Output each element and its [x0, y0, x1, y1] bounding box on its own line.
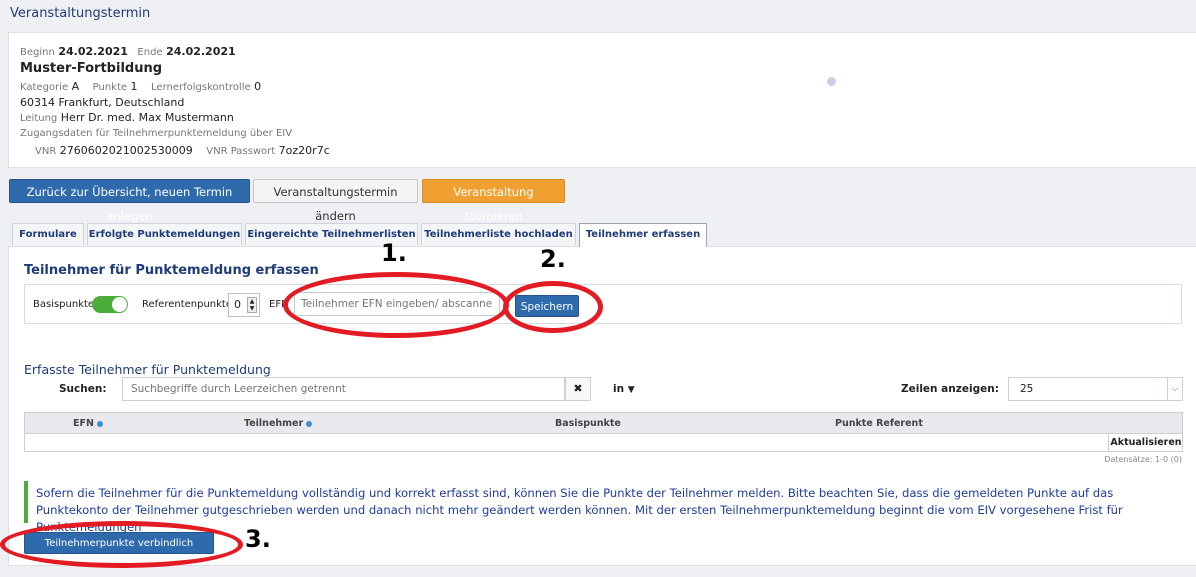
list-title: Erfasste Teilnehmer für Punktemeldung	[24, 362, 271, 377]
vnr-info: VNR 2760602021002530009 VNR Passwort 7oz…	[35, 144, 330, 157]
edit-event-button[interactable]: Veranstaltungstermin ändern	[253, 179, 418, 223]
notice-box: Sofern die Teilnehmer für die Punktemeld…	[24, 481, 1182, 534]
annotation-2: 2.	[540, 245, 566, 273]
back-to-overview-button[interactable]: Zurück zur Übersicht, neuen Termin anleg…	[9, 179, 250, 223]
event-info-card: Beginn 24.02.2021 Ende 24.02.2021 Muster…	[8, 32, 1196, 168]
event-name: Muster-Fortbildung	[20, 61, 163, 76]
capture-title: Teilnehmer für Punktemeldung erfassen	[24, 263, 319, 278]
tab-teilnehmerliste-hochladen[interactable]: Teilnehmerliste hochladen	[421, 223, 576, 245]
col-punkte-referent: Punkte Referent	[835, 418, 923, 429]
search-in-filter[interactable]: in ▼	[613, 383, 635, 395]
base-points-label: Basispunkte	[33, 299, 95, 310]
col-efn[interactable]: EFN	[73, 418, 103, 429]
sort-icon	[96, 420, 103, 427]
rows-select[interactable]: 25 ⌵	[1008, 377, 1183, 401]
annotation-1: 1.	[381, 239, 407, 267]
search-label: Suchen:	[59, 383, 107, 395]
tab-teilnehmer-erfassen[interactable]: Teilnehmer erfassen	[579, 223, 707, 247]
event-meta: Kategorie A Punkte 1 Lernerfolgskontroll…	[20, 80, 262, 93]
event-address: 60314 Frankfurt, Deutschland	[20, 96, 185, 109]
page-title: Veranstaltungstermin	[10, 6, 151, 21]
rows-label: Zeilen anzeigen:	[901, 383, 999, 395]
begin-date: 24.02.2021	[58, 45, 128, 58]
clear-search-button[interactable]: ✖	[565, 377, 591, 401]
base-points-toggle[interactable]	[92, 296, 128, 313]
record-count: Datensätze: 1-0 (0)	[1104, 455, 1182, 464]
highlight-circle-submit	[0, 521, 243, 568]
search-input[interactable]	[122, 377, 565, 401]
event-lead: Leitung Herr Dr. med. Max Mustermann	[20, 111, 234, 124]
highlight-circle-efn	[283, 272, 509, 338]
access-note: Zugangsdaten für Teilnehmerpunktemeldung…	[20, 128, 293, 139]
sort-icon	[306, 420, 313, 427]
clear-icon: ✖	[573, 382, 583, 395]
stepper-arrows-icon[interactable]: ▲ ▼	[247, 297, 257, 313]
tab-formulare[interactable]: Formulare	[12, 223, 84, 245]
end-date: 24.02.2021	[166, 45, 236, 58]
filter-icon: ▼	[627, 385, 635, 395]
chevron-down-icon: ⌵	[1167, 378, 1182, 400]
col-teilnehmer[interactable]: Teilnehmer	[244, 418, 313, 429]
ref-points-stepper[interactable]: 0 ▲ ▼	[228, 293, 260, 317]
capture-form: Basispunkte Referentenpunkte 0 ▲▼ EFN Sp…	[24, 284, 1182, 324]
annotation-3: 3.	[245, 525, 271, 553]
event-dates: Beginn 24.02.2021 Ende 24.02.2021	[20, 45, 236, 58]
tab-erfolgte-punktemeldungen[interactable]: Erfolgte Punktemeldungen	[87, 223, 242, 245]
participants-table: EFN Teilnehmer Basispunkte Punkte Refere…	[24, 412, 1183, 452]
refresh-button[interactable]: Aktualisieren	[1108, 434, 1183, 451]
cancel-event-button[interactable]: Veranstaltung stornieren	[422, 179, 565, 223]
highlight-circle-save	[503, 281, 603, 333]
col-basispunkte: Basispunkte	[555, 418, 621, 429]
loading-icon	[827, 77, 836, 86]
ref-points-label: Referentenpunkte	[142, 299, 233, 310]
